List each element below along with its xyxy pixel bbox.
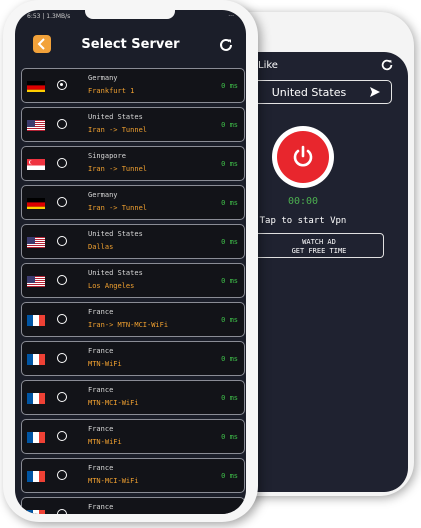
selected-country: United States xyxy=(271,86,347,99)
server-row[interactable]: United States Dallas 0 ms xyxy=(21,224,245,259)
server-city: Iran -> Tunnel xyxy=(88,204,148,212)
server-row[interactable]: France MTN-MCI-WiFi 0 ms xyxy=(21,380,245,415)
server-ping: 0 ms xyxy=(221,433,238,441)
free-time-label: GET FREE TIME xyxy=(291,247,347,255)
server-ping: 0 ms xyxy=(221,355,238,363)
server-city: MTN-WiFi xyxy=(88,360,122,368)
server-country: France xyxy=(88,464,114,472)
main-title: Like xyxy=(258,60,278,71)
server-row[interactable]: France MTN-WiFi 0 ms xyxy=(21,419,245,454)
server-city: Los Angeles xyxy=(88,282,135,290)
status-bar-time: 6:53 | 1.3MB/s xyxy=(27,13,71,20)
server-country: France xyxy=(88,308,114,316)
send-icon xyxy=(370,87,380,97)
server-radio[interactable] xyxy=(57,392,67,402)
server-country: Germany xyxy=(88,74,118,82)
server-radio[interactable] xyxy=(57,509,67,514)
server-row[interactable]: Germany Iran -> Tunnel 0 ms xyxy=(21,185,245,220)
server-country: Germany xyxy=(88,191,118,199)
flag-france-icon xyxy=(27,391,45,404)
server-city: Iran-> MTN-MCI-WiFi xyxy=(88,321,169,329)
server-row[interactable]: France Iran-> MTN-MCI-WiFi 0 ms xyxy=(21,302,245,337)
server-country: France xyxy=(88,503,114,511)
flag-usa-icon xyxy=(27,235,45,248)
server-radio[interactable] xyxy=(57,236,67,246)
server-row[interactable]: France xyxy=(21,497,245,514)
refresh-icon[interactable] xyxy=(380,58,394,72)
server-radio[interactable] xyxy=(57,470,67,480)
power-icon xyxy=(293,145,313,167)
flag-france-icon xyxy=(27,508,45,514)
server-country: Singapore xyxy=(88,152,126,160)
server-radio[interactable] xyxy=(57,80,67,90)
server-country: United States xyxy=(88,113,143,121)
status-bar-icons: ··· xyxy=(228,13,234,20)
flag-singapore-icon xyxy=(27,157,45,170)
server-ping: 0 ms xyxy=(221,82,238,90)
watch-ad-button[interactable]: WATCH AD GET FREE TIME xyxy=(254,233,384,258)
server-city: MTN-MCI-WiFi xyxy=(88,399,139,407)
server-city: Frankfurt 1 xyxy=(88,87,135,95)
notch xyxy=(85,10,175,19)
server-country: France xyxy=(88,386,114,394)
flag-france-icon xyxy=(27,469,45,482)
flag-france-icon xyxy=(27,430,45,443)
server-country: United States xyxy=(88,269,143,277)
server-city: MTN-MCI-WiFi xyxy=(88,477,139,485)
server-row[interactable]: Germany Frankfurt 1 0 ms xyxy=(21,68,245,103)
server-radio[interactable] xyxy=(57,119,67,129)
flag-france-icon xyxy=(27,313,45,326)
server-radio[interactable] xyxy=(57,158,67,168)
server-city: Dallas xyxy=(88,243,114,251)
server-country: United States xyxy=(88,230,143,238)
server-city: Iran -> Tunnel xyxy=(88,165,148,173)
server-ping: 0 ms xyxy=(221,199,238,207)
server-city: Iran -> Tunnel xyxy=(88,126,148,134)
server-row[interactable]: France MTN-WiFi 0 ms xyxy=(21,341,245,376)
connect-button[interactable] xyxy=(272,126,334,188)
server-row[interactable]: Singapore Iran -> Tunnel 0 ms xyxy=(21,146,245,181)
power-button-face xyxy=(277,131,329,183)
flag-germany-icon xyxy=(27,196,45,209)
server-select-screen: 6:53 | 1.3MB/s ··· Select Server Germany… xyxy=(15,10,246,514)
watch-ad-label: WATCH AD xyxy=(302,238,336,246)
page-title: Select Server xyxy=(81,37,180,52)
server-ping: 0 ms xyxy=(221,238,238,246)
main-screen: Like United States 00:00 Tap to start Vp… xyxy=(236,52,408,492)
server-radio[interactable] xyxy=(57,431,67,441)
server-row[interactable]: United States Iran -> Tunnel 0 ms xyxy=(21,107,245,142)
server-radio[interactable] xyxy=(57,314,67,324)
server-ping: 0 ms xyxy=(221,394,238,402)
server-radio[interactable] xyxy=(57,275,67,285)
server-list: Germany Frankfurt 1 0 ms United States Iran … xyxy=(21,68,245,514)
server-country: France xyxy=(88,425,114,433)
server-ping: 0 ms xyxy=(221,316,238,324)
phone-main-screen: Like United States 00:00 Tap to start Vp… xyxy=(236,12,414,496)
server-ping: 0 ms xyxy=(221,277,238,285)
server-radio[interactable] xyxy=(57,197,67,207)
phone-server-screen: 6:53 | 1.3MB/s ··· Select Server Germany… xyxy=(3,0,258,522)
server-country: France xyxy=(88,347,114,355)
server-radio[interactable] xyxy=(57,353,67,363)
country-selector[interactable]: United States xyxy=(250,80,392,104)
flag-usa-icon xyxy=(27,118,45,131)
flag-usa-icon xyxy=(27,274,45,287)
server-city: MTN-WiFi xyxy=(88,438,122,446)
flag-france-icon xyxy=(27,352,45,365)
server-ping: 0 ms xyxy=(221,472,238,480)
server-row[interactable]: United States Los Angeles 0 ms xyxy=(21,263,245,298)
server-ping: 0 ms xyxy=(221,121,238,129)
server-row[interactable]: France MTN-MCI-WiFi 0 ms xyxy=(21,458,245,493)
flag-germany-icon xyxy=(27,79,45,92)
refresh-icon[interactable] xyxy=(218,37,234,53)
server-ping: 0 ms xyxy=(221,160,238,168)
